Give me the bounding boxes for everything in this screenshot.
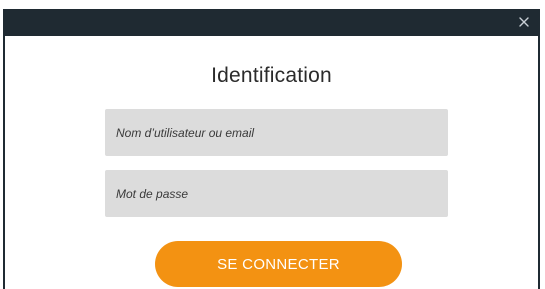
login-button-label: SE CONNECTER xyxy=(217,255,340,273)
page-background: Identification SE CONNECTER xyxy=(0,0,545,289)
close-icon xyxy=(519,17,529,27)
username-field[interactable] xyxy=(105,109,448,156)
login-dialog: Identification SE CONNECTER xyxy=(3,9,540,289)
dialog-titlebar xyxy=(5,9,538,36)
close-button[interactable] xyxy=(514,12,534,32)
dialog-title: Identification xyxy=(211,64,332,87)
login-button[interactable]: SE CONNECTER xyxy=(155,241,402,287)
password-field[interactable] xyxy=(105,170,448,217)
